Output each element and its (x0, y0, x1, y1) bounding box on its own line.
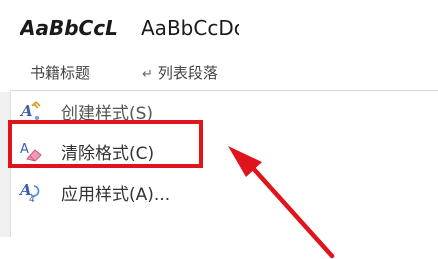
svg-text:A: A (19, 102, 33, 120)
menu-item-apply-styles[interactable]: A 4 应用样式(A)... (18, 176, 319, 208)
menu-item-apply-styles-label: 应用样式(A)... (61, 184, 171, 205)
style-name-list-paragraph[interactable]: ↵ 列表段落 (142, 62, 218, 83)
styles-gallery: AaBbCcL AaBbCcDc 书籍标题 ↵ 列表段落 (0, 0, 438, 88)
style-name-book-title[interactable]: 书籍标题 (30, 62, 90, 83)
style-name-list-paragraph-label: 列表段落 (157, 64, 218, 82)
paragraph-mark-icon: ↵ (142, 67, 153, 82)
apply-style-icon: A 4 (18, 180, 43, 205)
annotation-highlight-box (8, 120, 203, 168)
style-preview-list-paragraph[interactable]: AaBbCcDc (141, 16, 239, 40)
style-preview-book-title[interactable]: AaBbCcL (20, 16, 132, 40)
